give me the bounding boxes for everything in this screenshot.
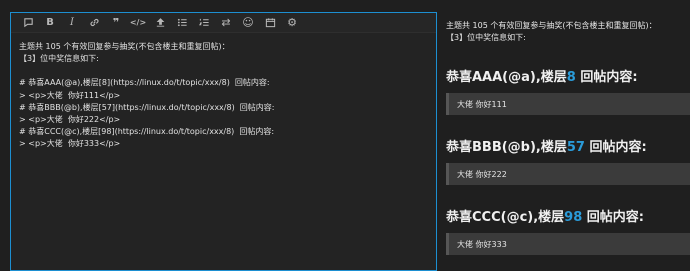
editor-line: > <p>大佬 你好111</p> <box>19 90 121 100</box>
emoji-icon[interactable]: ☺ <box>237 13 259 33</box>
editor-line: # 恭喜BBB(@b),楼层[57](https://linux.do/t/to… <box>19 102 275 112</box>
preview-intro-line: 主题共 105 个有效回复参与抽奖(不包含楼主和重复回帖)： <box>446 21 657 30</box>
swap-icon[interactable]: ⇄ <box>215 13 237 33</box>
floor-link[interactable]: 8 <box>567 70 576 85</box>
bullet-list-icon[interactable] <box>171 13 193 33</box>
editor-line: 【3】位中奖信息如下: <box>19 54 99 64</box>
quote-icon[interactable]: ❞ <box>105 13 127 33</box>
winner-heading: 恭喜AAA(@a),楼层8 回帖内容: <box>446 70 638 85</box>
winner-heading: 恭喜BBB(@b),楼层57 回帖内容: <box>446 140 647 155</box>
italic-icon[interactable]: I <box>61 13 83 33</box>
formatting-toolbar: B I ❞ </> ⇄ ☺ ⚙ <box>11 13 436 33</box>
numbered-list-icon[interactable] <box>193 13 215 33</box>
editor-line: 主题共 105 个有效回复参与抽奖(不包含楼主和重复回帖)： <box>19 42 230 51</box>
reply-quote: 大佬 你好222 <box>446 163 690 185</box>
winner-heading: 恭喜CCC(@c),楼层98 回帖内容: <box>446 210 644 225</box>
floor-link[interactable]: 98 <box>564 210 582 225</box>
bold-icon[interactable]: B <box>39 13 61 33</box>
link-icon[interactable] <box>83 13 105 33</box>
chat-bubble-icon[interactable] <box>17 13 39 33</box>
gear-icon[interactable]: ⚙ <box>281 13 303 33</box>
calendar-icon[interactable] <box>259 13 281 33</box>
editor-line: > <p>大佬 你好222</p> <box>19 115 121 125</box>
preview-intro-line: 【3】位中奖信息如下: <box>446 33 526 42</box>
code-icon[interactable]: </> <box>127 13 149 33</box>
reply-quote: 大佬 你好111 <box>446 93 690 115</box>
editor-textarea[interactable]: 主题共 105 个有效回复参与抽奖(不包含楼主和重复回帖)： 【3】位中奖信息如下… <box>11 33 436 159</box>
markdown-preview: 主题共 105 个有效回复参与抽奖(不包含楼主和重复回帖)： 【3】位中奖信息如… <box>446 20 690 271</box>
floor-link[interactable]: 57 <box>567 140 585 155</box>
editor-line: # 恭喜CCC(@c),楼层[98](https://linux.do/t/to… <box>19 127 275 137</box>
reply-quote: 大佬 你好333 <box>446 233 690 255</box>
upload-icon[interactable] <box>149 13 171 33</box>
composer-editor[interactable]: B I ❞ </> ⇄ ☺ ⚙ 主题共 105 个有效回复参与抽奖(不包含楼主和… <box>10 12 437 271</box>
editor-line: > <p>大佬 你好333</p> <box>19 139 121 149</box>
editor-line: # 恭喜AAA(@a),楼层[8](https://linux.do/t/top… <box>19 78 270 88</box>
